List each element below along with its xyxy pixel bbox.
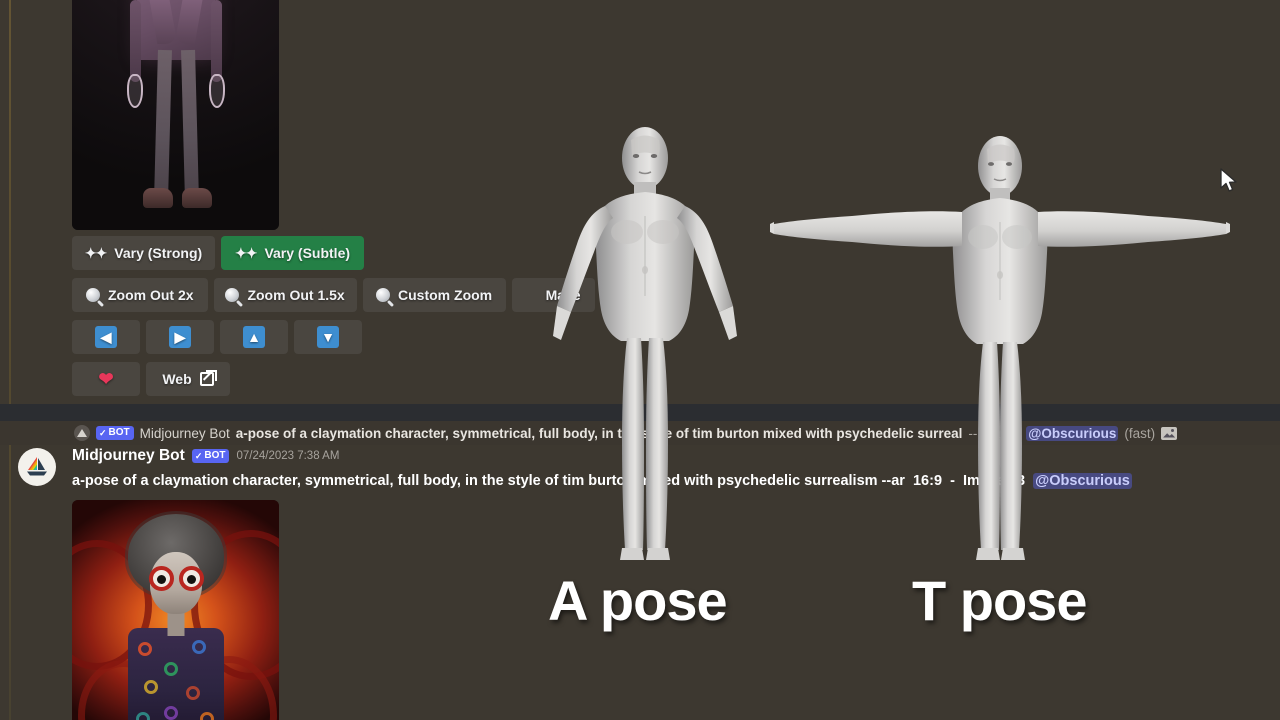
mouse-cursor <box>1220 168 1237 192</box>
thumbnail-top-arm-right <box>210 0 222 82</box>
arrow-left-icon: ◀ <box>95 326 117 348</box>
thumbnail-top-jacket <box>136 0 215 60</box>
bot-check-icon: ✓ <box>99 428 107 438</box>
favorite-button[interactable]: ❤ <box>72 362 140 396</box>
arrow-right-icon: ▶ <box>169 326 191 348</box>
magnifier-icon <box>225 288 240 302</box>
sparkle-icon: ✦✦ <box>234 245 257 261</box>
zoom-out-2x-button[interactable]: Zoom Out 2x <box>72 278 208 312</box>
vary-subtle-label: Vary (Subtle) <box>264 245 351 261</box>
screenshot-root: ✦✦ Vary (Strong) ✦✦ Vary (Subtle) Zoom O… <box>0 0 1280 720</box>
message-author-name[interactable]: Midjourney Bot <box>72 447 185 465</box>
pan-right-button[interactable]: ▶ <box>146 320 214 354</box>
a-pose-label: A pose <box>548 569 728 632</box>
claymation-character-thumbnail-bottom[interactable] <box>72 500 279 720</box>
bot-check-icon: ✓ <box>194 451 203 461</box>
button-row-vary: ✦✦ Vary (Strong) ✦✦ Vary (Subtle) <box>72 236 472 272</box>
button-row-pan: ◀ ▶ ▲ ▼ <box>72 320 472 356</box>
vary-strong-button[interactable]: ✦✦ Vary (Strong) <box>72 236 215 270</box>
coat-swirl-dot <box>199 712 214 720</box>
pan-up-button[interactable]: ▲ <box>220 320 288 354</box>
preview-aspect-ratio: 9:16 <box>983 425 1010 441</box>
coat-swirl-dot <box>163 662 178 676</box>
preview-author-name: Midjourney Bot <box>139 425 230 441</box>
web-label: Web <box>162 371 192 387</box>
a-pose-figure <box>553 127 737 560</box>
message-timestamp: 07/24/2023 7:38 AM <box>236 450 340 462</box>
pan-left-button[interactable]: ◀ <box>72 320 140 354</box>
message-body: a-pose of a claymation character, symmet… <box>72 471 1272 491</box>
message-prompt-text: a-pose of a claymation character, symmet… <box>72 473 905 489</box>
vary-strong-label: Vary (Strong) <box>114 245 203 261</box>
message-dash: - <box>950 473 955 489</box>
custom-zoom-button[interactable]: Custom Zoom <box>362 278 506 312</box>
thumbnail-bottom-pupil-right <box>186 575 196 584</box>
coat-swirl-dot <box>163 706 178 720</box>
midjourney-button-grid: ✦✦ Vary (Strong) ✦✦ Vary (Subtle) Zoom O… <box>72 236 595 404</box>
sailboat-icon <box>27 457 47 476</box>
arrow-up-icon: ▲ <box>243 326 265 348</box>
preview-separator: -- <box>968 425 978 441</box>
vary-subtle-button[interactable]: ✦✦ Vary (Subtle) <box>221 236 364 270</box>
thumbnail-top-arm-left <box>129 0 141 82</box>
preview-speed-label: (fast) <box>1124 425 1156 441</box>
midjourney-bot-avatar[interactable] <box>18 448 56 486</box>
sparkle-icon: ✦✦ <box>84 245 107 261</box>
custom-zoom-label: Custom Zoom <box>398 287 493 303</box>
zoom-out-1-5x-label: Zoom Out 1.5x <box>247 287 345 303</box>
preview-dash: - <box>1015 425 1021 441</box>
bot-badge-label: BOT <box>204 450 226 461</box>
coat-swirl-dot <box>137 642 152 656</box>
bot-badge-label: BOT <box>108 427 130 438</box>
thumbnail-bottom-coat <box>127 628 224 720</box>
external-link-icon <box>199 372 214 386</box>
magnifier-icon <box>376 288 391 302</box>
thumbnail-top-shoe-right <box>181 188 212 208</box>
preview-message-body: a-pose of a claymation character, symmet… <box>235 425 963 441</box>
arrow-down-icon: ▼ <box>317 326 339 348</box>
message-mention[interactable]: @Obscurious <box>1033 473 1132 489</box>
thumbnail-bottom-pupil-left <box>156 575 166 584</box>
button-row-zoom: Zoom Out 2x Zoom Out 1.5x Custom Zoom Ma… <box>72 278 595 314</box>
message-image-index: Image #3 <box>962 473 1026 489</box>
zoom-out-1-5x-button[interactable]: Zoom Out 1.5x <box>213 278 357 312</box>
message-header: Midjourney Bot ✓ BOT 07/24/2023 7:38 AM <box>72 445 339 467</box>
coat-swirl-dot <box>135 712 150 720</box>
claymation-character-thumbnail-top[interactable] <box>72 0 279 230</box>
t-pose-figure <box>770 136 1230 560</box>
t-pose-label: T pose <box>912 569 1087 632</box>
message-aspect-ratio: 16:9 <box>912 473 943 489</box>
coat-swirl-dot <box>143 680 158 694</box>
thumbnail-top-hand-right <box>208 74 225 108</box>
make-square-label: Make <box>545 287 581 303</box>
coat-swirl-dot <box>185 686 200 700</box>
thumbnail-top-shoe-left <box>142 188 173 208</box>
thumbnail-top-hand-left <box>126 74 143 108</box>
coat-swirl-dot <box>191 640 206 654</box>
button-row-actions: ❤ Web <box>72 362 472 398</box>
midjourney-bot-avatar <box>74 425 90 441</box>
pan-down-button[interactable]: ▼ <box>294 320 362 354</box>
bot-badge: ✓ BOT <box>191 449 230 463</box>
preview-mention[interactable]: @Obscurious <box>1026 425 1119 441</box>
magnifier-icon <box>86 288 100 302</box>
heart-icon: ❤ <box>98 368 114 389</box>
zoom-out-2x-label: Zoom Out 2x <box>108 287 194 303</box>
bot-badge: ✓ BOT <box>96 426 134 440</box>
preview-message-line: ✓ BOT Midjourney Bot a-pose of a claymat… <box>0 421 1280 445</box>
channel-divider-strip <box>0 404 1280 421</box>
image-attachment-icon <box>1161 426 1178 440</box>
web-button[interactable]: Web <box>146 362 230 396</box>
make-square-button[interactable]: Make <box>511 278 595 312</box>
